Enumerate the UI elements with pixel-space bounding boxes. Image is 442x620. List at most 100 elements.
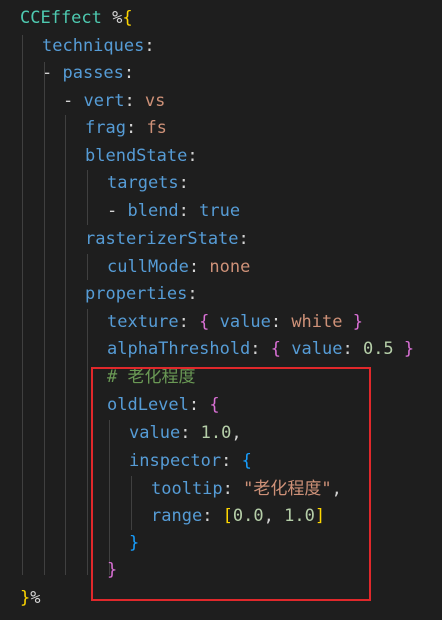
- code-line: alphaThreshold: { value: 0.5 }: [107, 336, 414, 363]
- code-token: "老化程度": [243, 479, 332, 499]
- code-line: }%: [20, 585, 41, 612]
- code-token: # 老化程度: [107, 367, 196, 387]
- code-token: :: [222, 479, 244, 499]
- code-token: value: [291, 339, 343, 359]
- code-token: :: [238, 229, 249, 249]
- code-token: 1.0: [200, 423, 232, 443]
- code-token: :: [342, 339, 363, 359]
- code-token: }: [20, 588, 31, 608]
- code-line: - passes:: [42, 60, 134, 87]
- code-token: blend: [127, 201, 179, 221]
- code-token: :: [187, 284, 198, 304]
- code-token: :: [250, 339, 271, 359]
- code-token: :: [125, 118, 147, 138]
- code-token: alphaThreshold: [107, 339, 251, 359]
- code-token: fs: [146, 118, 167, 138]
- indent-guide: [65, 115, 66, 575]
- code-line: }: [129, 530, 139, 557]
- code-token: none: [209, 257, 251, 277]
- code-token: :: [188, 257, 210, 277]
- code-token: tooltip: [151, 479, 223, 499]
- indent-guide: [131, 476, 132, 530]
- code-token: true: [199, 201, 241, 221]
- code-editor[interactable]: CCEffect %{techniques: - passes: - vert: v…: [0, 0, 442, 620]
- code-line: # 老化程度: [107, 364, 195, 391]
- code-token: ,: [331, 479, 342, 499]
- code-token: CCEffect: [20, 8, 102, 28]
- code-token: :: [123, 63, 135, 83]
- indent-guide: [22, 35, 23, 575]
- code-token: inspector: [129, 451, 222, 471]
- code-token: white: [291, 312, 343, 332]
- code-token: {: [270, 339, 282, 359]
- code-line: tooltip: "老化程度",: [151, 476, 342, 503]
- code-token: {: [199, 312, 210, 332]
- code-token: %: [101, 8, 123, 28]
- code-token: techniques: [42, 36, 145, 56]
- code-token: vert: [83, 91, 125, 111]
- code-token: :: [270, 312, 292, 332]
- code-token: :: [178, 173, 189, 193]
- code-line: rasterizerState:: [85, 226, 249, 253]
- code-line: value: 1.0,: [129, 420, 242, 447]
- code-token: passes: [62, 63, 124, 83]
- code-token: :: [221, 451, 242, 471]
- code-line: texture: { value: white }: [107, 309, 363, 336]
- code-token: -: [63, 91, 84, 111]
- code-token: ,: [263, 506, 285, 526]
- indent-guide: [87, 170, 88, 225]
- code-line: inspector: {: [129, 448, 252, 475]
- code-token: :: [124, 91, 145, 111]
- code-token: value: [129, 423, 181, 443]
- code-token: texture: [107, 312, 179, 332]
- code-line: cullMode: none: [107, 254, 250, 281]
- code-token: 0.5: [362, 339, 394, 359]
- code-token: }: [129, 533, 140, 553]
- code-line: properties:: [85, 281, 198, 308]
- code-token: :: [188, 395, 210, 415]
- code-token: {: [209, 395, 220, 415]
- code-token: range: [151, 506, 203, 526]
- code-line: - blend: true: [107, 198, 240, 225]
- code-token: rasterizerState: [85, 229, 239, 249]
- code-token: -: [107, 201, 128, 221]
- code-token: targets: [107, 173, 179, 193]
- code-line: range: [0.0, 1.0]: [151, 503, 325, 530]
- code-token: ]: [314, 506, 326, 526]
- code-line: frag: fs: [85, 115, 167, 142]
- code-token: {: [241, 451, 252, 471]
- code-line: targets:: [107, 170, 189, 197]
- code-token: 1.0: [284, 506, 315, 526]
- code-line: - vert: vs: [63, 88, 165, 115]
- code-line: CCEffect %{: [20, 5, 133, 32]
- code-token: }: [352, 312, 363, 332]
- code-token: 0.0: [232, 506, 264, 526]
- code-token: }: [403, 339, 415, 359]
- code-token: ,: [231, 423, 242, 443]
- code-token: {: [122, 8, 133, 28]
- code-token: :: [178, 201, 200, 221]
- code-token: }: [107, 560, 118, 580]
- code-token: [: [222, 506, 233, 526]
- code-token: :: [187, 146, 198, 166]
- code-token: frag: [85, 118, 126, 138]
- code-token: %: [30, 588, 41, 608]
- code-token: properties: [85, 284, 188, 304]
- indent-guide: [109, 420, 110, 575]
- indent-guide: [44, 62, 45, 575]
- code-token: :: [178, 312, 200, 332]
- code-line: oldLevel: {: [107, 392, 220, 419]
- indent-guide: [87, 254, 88, 280]
- code-token: cullMode: [107, 257, 189, 277]
- code-line: techniques:: [42, 33, 155, 60]
- code-token: oldLevel: [107, 395, 189, 415]
- code-token: :: [202, 506, 223, 526]
- indent-guide: [87, 309, 88, 575]
- code-token: blendState: [85, 146, 188, 166]
- code-line: }: [107, 557, 117, 584]
- code-token: -: [42, 63, 63, 83]
